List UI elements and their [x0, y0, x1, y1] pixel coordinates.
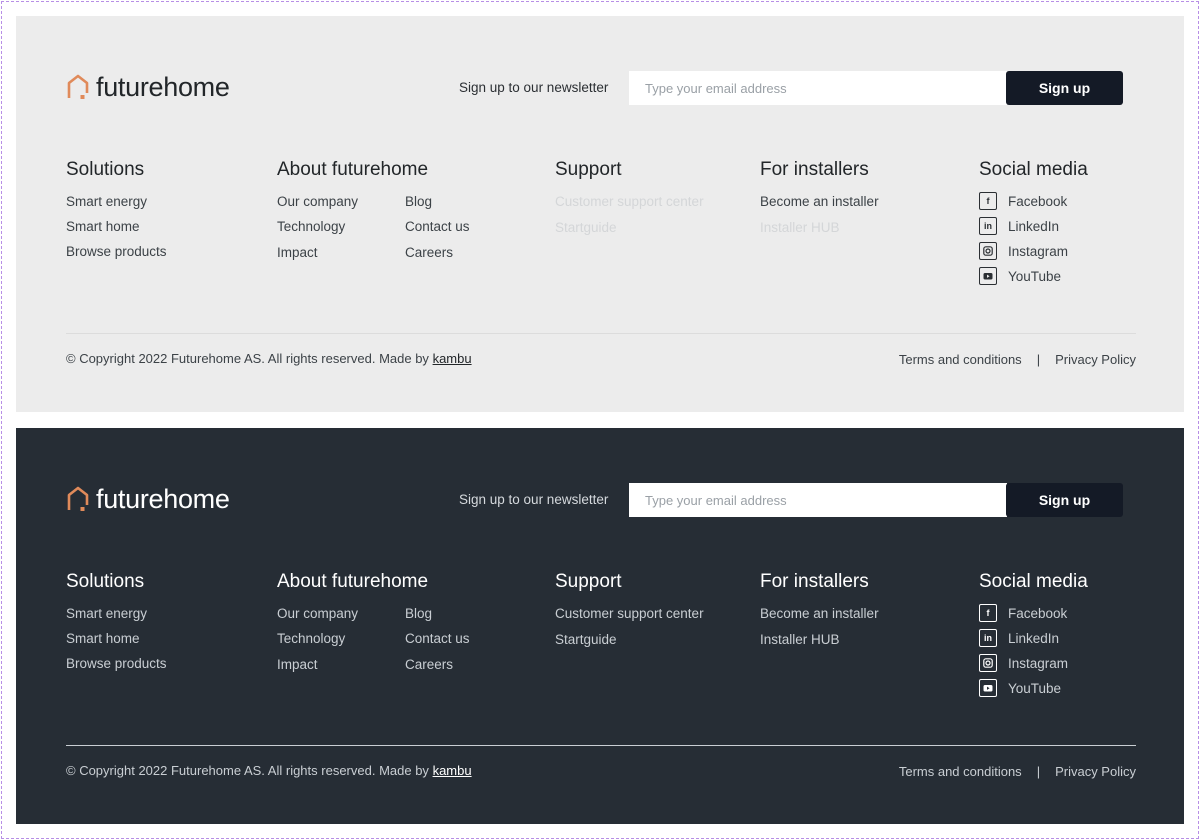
legal-separator: | — [1036, 352, 1041, 367]
terms-link[interactable]: Terms and conditions — [899, 352, 1022, 367]
email-input[interactable] — [629, 483, 1007, 517]
link-smart-energy[interactable]: Smart energy — [66, 194, 147, 209]
email-input[interactable] — [629, 71, 1007, 105]
copyright: © Copyright 2022 Futurehome AS. All righ… — [66, 351, 472, 366]
link-our-company[interactable]: Our company — [277, 194, 358, 209]
facebook-icon: f — [979, 192, 997, 210]
newsletter-label: Sign up to our newsletter — [459, 80, 609, 95]
house-logo-icon — [67, 74, 89, 99]
linkedin-icon: in — [979, 217, 997, 235]
social-linkedin-label: LinkedIn — [1008, 218, 1060, 234]
social-instagram-label: Instagram — [1008, 243, 1069, 259]
solutions-title: Solutions — [66, 571, 145, 592]
social-instagram[interactable]: Instagram — [979, 242, 1068, 260]
link-startguide[interactable]: Startguide — [555, 632, 617, 647]
link-browse-products[interactable]: Browse products — [66, 244, 167, 259]
link-browse-products[interactable]: Browse products — [66, 656, 167, 671]
footer-divider — [66, 745, 1136, 746]
footer-dark: futurehome Sign up to our newsletter Sig… — [16, 428, 1184, 824]
newsletter-label: Sign up to our newsletter — [459, 492, 609, 507]
youtube-icon — [979, 267, 997, 285]
link-smart-energy[interactable]: Smart energy — [66, 606, 147, 621]
support-title: Support — [555, 159, 622, 180]
link-become-installer[interactable]: Become an installer — [760, 194, 879, 209]
link-careers[interactable]: Careers — [405, 245, 453, 260]
instagram-icon — [979, 242, 997, 260]
social-facebook-label: Facebook — [1008, 193, 1068, 209]
social-linkedin[interactable]: in LinkedIn — [979, 217, 1059, 235]
link-customer-support[interactable]: Customer support center — [555, 606, 704, 621]
link-smart-home[interactable]: Smart home — [66, 219, 140, 234]
logo[interactable]: futurehome — [66, 482, 230, 516]
link-customer-support[interactable]: Customer support center — [555, 194, 704, 209]
social-linkedin-label: LinkedIn — [1008, 630, 1060, 646]
social-title: Social media — [979, 571, 1088, 592]
social-title: Social media — [979, 159, 1088, 180]
installers-title: For installers — [760, 571, 869, 592]
footer-divider — [66, 333, 1136, 334]
link-technology[interactable]: Technology — [277, 219, 345, 234]
social-facebook[interactable]: f Facebook — [979, 192, 1067, 210]
signup-button[interactable]: Sign up — [1006, 71, 1123, 105]
privacy-link[interactable]: Privacy Policy — [1055, 352, 1136, 367]
link-impact[interactable]: Impact — [277, 657, 318, 672]
copyright: © Copyright 2022 Futurehome AS. All righ… — [66, 763, 472, 778]
installers-title: For installers — [760, 159, 869, 180]
social-instagram-label: Instagram — [1008, 655, 1069, 671]
facebook-icon: f — [979, 604, 997, 622]
social-youtube[interactable]: YouTube — [979, 679, 1061, 697]
signup-button[interactable]: Sign up — [1006, 483, 1123, 517]
social-facebook[interactable]: f Facebook — [979, 604, 1067, 622]
link-careers[interactable]: Careers — [405, 657, 453, 672]
link-blog[interactable]: Blog — [405, 606, 432, 621]
about-title: About futurehome — [277, 571, 429, 592]
youtube-icon — [979, 679, 997, 697]
link-our-company[interactable]: Our company — [277, 606, 358, 621]
linkedin-icon: in — [979, 629, 997, 647]
link-startguide[interactable]: Startguide — [555, 220, 617, 235]
social-linkedin[interactable]: in LinkedIn — [979, 629, 1059, 647]
link-technology[interactable]: Technology — [277, 631, 345, 646]
about-title: About futurehome — [277, 159, 429, 180]
social-youtube[interactable]: YouTube — [979, 267, 1061, 285]
link-smart-home[interactable]: Smart home — [66, 631, 140, 646]
footer-light: futurehome Sign up to our newsletter Sig… — [16, 16, 1184, 412]
legal-links: Terms and conditions | Privacy Policy — [899, 764, 1136, 779]
kambu-link[interactable]: kambu — [433, 763, 472, 778]
social-youtube-label: YouTube — [1008, 268, 1062, 284]
link-contact-us[interactable]: Contact us — [405, 219, 470, 234]
solutions-title: Solutions — [66, 159, 145, 180]
social-facebook-label: Facebook — [1008, 605, 1068, 621]
social-youtube-label: YouTube — [1008, 680, 1062, 696]
privacy-link[interactable]: Privacy Policy — [1055, 764, 1136, 779]
link-blog[interactable]: Blog — [405, 194, 432, 209]
link-installer-hub[interactable]: Installer HUB — [760, 632, 840, 647]
link-become-installer[interactable]: Become an installer — [760, 606, 879, 621]
social-instagram[interactable]: Instagram — [979, 654, 1068, 672]
legal-links: Terms and conditions | Privacy Policy — [899, 352, 1136, 367]
house-logo-icon — [67, 486, 89, 511]
link-contact-us[interactable]: Contact us — [405, 631, 470, 646]
kambu-link[interactable]: kambu — [433, 351, 472, 366]
copyright-text: © Copyright 2022 Futurehome AS. All righ… — [66, 763, 429, 778]
link-impact[interactable]: Impact — [277, 245, 318, 260]
logo-text: futurehome — [96, 71, 230, 102]
copyright-text: © Copyright 2022 Futurehome AS. All righ… — [66, 351, 429, 366]
logo[interactable]: futurehome — [66, 70, 230, 104]
logo-text: futurehome — [96, 483, 230, 514]
link-installer-hub[interactable]: Installer HUB — [760, 220, 840, 235]
legal-separator: | — [1036, 764, 1041, 779]
terms-link[interactable]: Terms and conditions — [899, 764, 1022, 779]
support-title: Support — [555, 571, 622, 592]
instagram-icon — [979, 654, 997, 672]
